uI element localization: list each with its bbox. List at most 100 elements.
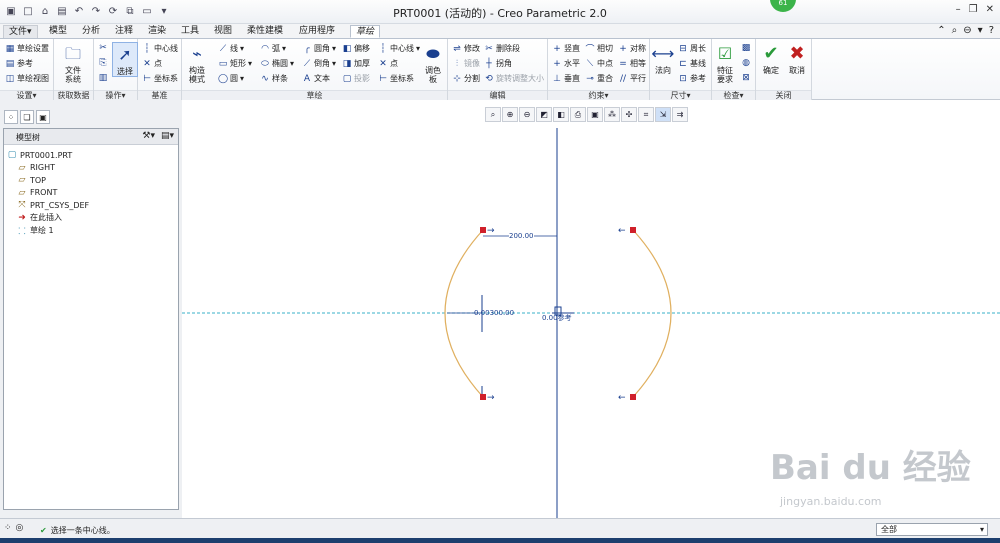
endpoint-bottom-left[interactable] (480, 394, 486, 400)
show-navigator-icon[interactable]: ⁘ (4, 523, 12, 533)
line-button[interactable]: ⟋ 线 ▾ (218, 43, 244, 54)
tab-file[interactable]: 文件▾ (3, 25, 38, 38)
select-button[interactable]: ➚ 选择 (112, 42, 138, 77)
dimension-200[interactable]: 200.00 (509, 232, 534, 240)
datum-coord-sys-button[interactable]: ⊢ 坐标系 (142, 73, 178, 84)
equal-button[interactable]: = 相等 (618, 58, 646, 69)
tab-applications[interactable]: 应用程序 (294, 25, 340, 38)
tab-sketch[interactable]: 草绘 (350, 25, 381, 38)
copy-button[interactable]: ⎘ (98, 58, 108, 68)
sketch-view-button[interactable]: ◫ 草绘视图 (5, 73, 49, 84)
tab-render[interactable]: 渲染 (143, 25, 171, 38)
feature-requirements-icon: ☑ (717, 43, 733, 63)
shade-closed-loop-button[interactable]: ◍ (741, 58, 751, 68)
endpoint-top-left[interactable] (480, 227, 486, 233)
overlap-check-button[interactable]: ▩ (741, 43, 751, 53)
ellipse-button[interactable]: ⬭ 椭圆 ▾ (260, 58, 294, 69)
thicken-button[interactable]: ◨ 加厚 (342, 58, 370, 69)
mirror-button[interactable]: ⫶ 镜像 (452, 58, 480, 69)
fillet-button[interactable]: ╭ 圆角 ▾ (302, 43, 336, 54)
tree-item-prt0001[interactable]: ▢ PRT0001.PRT (7, 149, 178, 162)
text-button[interactable]: A 文本 (302, 73, 330, 84)
divide-button[interactable]: ⊹ 分割 (452, 73, 480, 84)
rotate-resize-button[interactable]: ⟲ 旋转调整大小 (484, 73, 544, 84)
plane-icon: ▱ (18, 175, 26, 186)
point-icon: ✕ (379, 58, 387, 69)
rotate-resize-icon: ⟲ (485, 73, 493, 84)
cancel-button[interactable]: ✖ 取消 (786, 42, 808, 75)
normal-dimension-button[interactable]: ⟷ 法向 (652, 42, 675, 75)
feature-requirements-button[interactable]: ☑ 特征 要求 (714, 42, 736, 84)
coincident-button[interactable]: ⊸ 重合 (585, 73, 613, 84)
circle-button[interactable]: ◯ 圆 ▾ (218, 73, 244, 84)
tree-settings-icon[interactable]: ⚒▾ (142, 131, 155, 141)
file-system-button[interactable]: 🗀 文件 系统 (62, 42, 84, 84)
model-tree-tab-icon[interactable]: ⁘ (4, 110, 18, 124)
perpendicular-button[interactable]: ⊥ 垂直 (552, 73, 580, 84)
sketch-setup-button[interactable]: ▦ 草绘设置 (5, 43, 49, 54)
show-browser-icon[interactable]: ◎ (16, 523, 24, 533)
dimension-center-label[interactable]: 0.00参考 (542, 313, 572, 323)
folder-browser-tab-icon[interactable]: ▣ (36, 110, 50, 124)
tree-item-front[interactable]: ▱ FRONT (7, 187, 178, 200)
reference-dimension-button[interactable]: ⊡ 参考 (678, 73, 706, 84)
offset-button[interactable]: ◧ 偏移 (342, 43, 370, 54)
minimize-icon[interactable]: – (956, 4, 961, 15)
rectangle-button[interactable]: ▭ 矩形 ▾ (218, 58, 252, 69)
restore-icon[interactable]: ❐ (969, 4, 978, 15)
highlight-open-ends-button[interactable]: ⊠ (741, 73, 751, 83)
datum-centerline-button[interactable]: ┆ 中心线 (142, 43, 178, 54)
tab-view[interactable]: 视图 (209, 25, 237, 38)
selection-filter[interactable]: 全部 ▾ (876, 523, 988, 536)
tab-annotate[interactable]: 注释 (110, 25, 138, 38)
dimension-left-label[interactable]: 0.00300.00 (474, 309, 514, 317)
paste-button[interactable]: ▥ (98, 73, 108, 83)
ok-button[interactable]: ✔ 确定 (760, 42, 782, 75)
sketch-centerline-button[interactable]: ┆ 中心线 ▾ (378, 43, 420, 54)
spline-button[interactable]: ∿ 样条 (260, 73, 288, 84)
arc-button[interactable]: ◠ 弧 ▾ (260, 43, 286, 54)
sketch-point-button[interactable]: ✕ 点 (378, 58, 398, 69)
ellipse-icon: ⬭ (261, 58, 269, 69)
horizontal-button[interactable]: + 水平 (552, 58, 580, 69)
close-icon[interactable]: ✕ (986, 4, 994, 15)
chamfer-button[interactable]: ⟋ 倒角 ▾ (302, 58, 336, 69)
tree-item-sketch1[interactable]: ⸬ 草绘 1 (7, 224, 178, 237)
midpoint-button[interactable]: ⟍ 中点 (585, 58, 613, 69)
project-button[interactable]: ▢ 投影 (342, 73, 370, 84)
tab-flexible-modeling[interactable]: 柔性建模 (242, 25, 288, 38)
tree-item-right[interactable]: ▱ RIGHT (7, 162, 178, 175)
cut-button[interactable]: ✂ (98, 43, 108, 53)
help-icon[interactable]: ⊖ (963, 25, 971, 36)
parallel-button[interactable]: //平行 (618, 73, 646, 84)
symmetric-button[interactable]: + 对称 (618, 43, 646, 54)
endpoint-bottom-right[interactable] (630, 394, 636, 400)
tree-item-csys[interactable]: ⤧ PRT_CSYS_DEF (7, 199, 178, 212)
datum-point-button[interactable]: ✕ 点 (142, 58, 162, 69)
construction-mode-button[interactable]: ⌁ 构造 模式 (186, 42, 208, 84)
constraint-arrow-br: ← (618, 393, 626, 403)
perimeter-button[interactable]: ⊟ 周长 (678, 43, 706, 54)
tab-model[interactable]: 模型 (44, 25, 72, 38)
sketch-coord-sys-button[interactable]: ⊢ 坐标系 (378, 73, 414, 84)
layer-tree-tab-icon[interactable]: ❏ (20, 110, 34, 124)
tab-analysis[interactable]: 分析 (77, 25, 105, 38)
baseline-button[interactable]: ⊏ 基线 (678, 58, 706, 69)
endpoint-top-right[interactable] (630, 227, 636, 233)
tree-item-top[interactable]: ▱ TOP (7, 174, 178, 187)
tree-columns-icon[interactable]: ▤▾ (161, 131, 174, 141)
info-icon[interactable]: ? (989, 25, 994, 36)
corner-button[interactable]: ┼ 拐角 (484, 58, 512, 69)
palette-button[interactable]: ⬬ 调色 板 (422, 42, 444, 84)
tree-item-insert-here[interactable]: ➜ 在此插入 (7, 212, 178, 225)
collapse-ribbon-icon[interactable]: ⌃ (937, 25, 945, 36)
modify-button[interactable]: ⇌ 修改 (452, 43, 480, 54)
tab-tools[interactable]: 工具 (176, 25, 204, 38)
vertical-button[interactable]: + 竖直 (552, 43, 580, 54)
delete-segment-button[interactable]: ✂ 删除段 (484, 43, 520, 54)
tangent-button[interactable]: ⌒ 相切 (585, 43, 613, 55)
reference-button[interactable]: ▤ 参考 (5, 58, 33, 69)
title-bar: ▣ □ ⌂ ▤ ↶ ↷ ⟳ ⧉ ▭ ▾ PRT0001 (活动的) - Creo… (0, 0, 1000, 24)
dropdown-icon[interactable]: ▾ (978, 25, 983, 36)
search-icon[interactable]: ⌕ (952, 25, 958, 36)
